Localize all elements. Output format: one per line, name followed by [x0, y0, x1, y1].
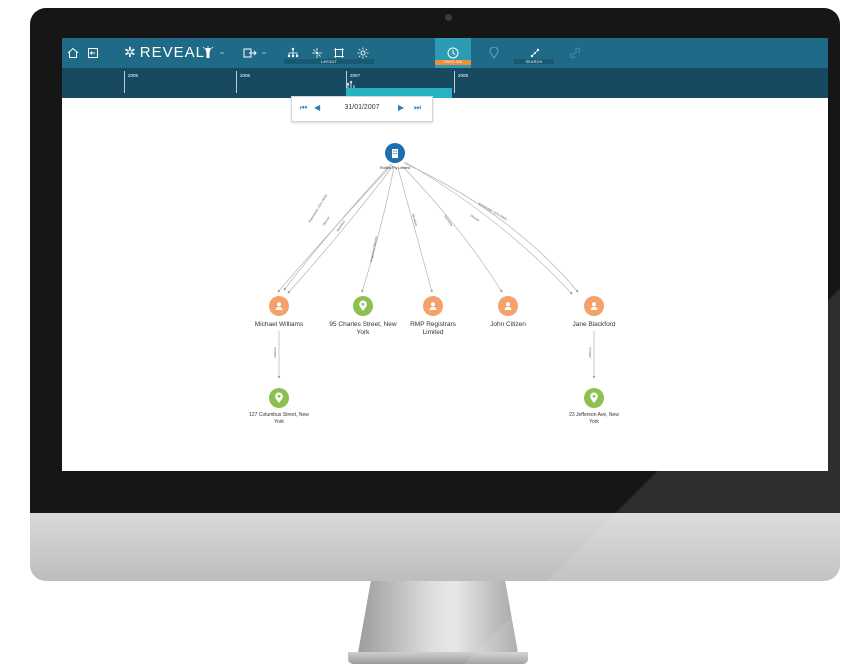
graph-node-label: John Citizen [490, 321, 526, 328]
person-icon [275, 302, 283, 310]
monitor-chin [30, 513, 840, 581]
building-icon [392, 149, 398, 158]
edge-line [404, 161, 573, 295]
graph-node-person[interactable] [498, 296, 518, 316]
graph-node-person[interactable] [423, 296, 443, 316]
edge-label: Address [273, 346, 277, 358]
graph-node-label: RMP Registrars Limited [410, 321, 456, 336]
edge-line [397, 167, 433, 293]
graph-node-label: Michael Williams [254, 321, 304, 328]
camera [445, 14, 452, 21]
graph-edges: Shareholder (15% ORD) Director Secretary… [273, 161, 596, 379]
graph-node-person[interactable] [584, 296, 604, 316]
graph-node-label: 95 Charles Street, New York [329, 321, 397, 336]
location-pin-icon [590, 392, 598, 403]
graph-node-place[interactable] [584, 388, 604, 408]
edge-label: Director [322, 216, 331, 227]
edge-label: Shareholder (10% ORD) [478, 201, 508, 221]
graph-node-label: 23 Jefferson Ave, New York [569, 412, 619, 425]
graph-node-org[interactable] [385, 143, 405, 163]
edge-label: Secretary [335, 219, 346, 232]
person-icon [429, 302, 437, 310]
edge-label: Director [469, 213, 480, 222]
location-pin-icon [359, 300, 367, 311]
monitor-stand [358, 581, 518, 653]
graph-node-label: 127 Columbus Street, New York [249, 412, 309, 425]
monitor-base [348, 652, 528, 664]
graph-node-place[interactable] [269, 388, 289, 408]
edge-label: Secretary [443, 214, 454, 227]
edge-line [277, 164, 393, 293]
person-icon [590, 302, 598, 310]
graph-node-person[interactable] [269, 296, 289, 316]
person-icon [504, 302, 512, 310]
location-pin-icon [275, 392, 283, 403]
graph-node-label: Robins Pty Limited [380, 166, 410, 170]
graph-node-place[interactable] [353, 296, 373, 316]
edge-label: Address [588, 346, 592, 358]
app-screen: ✲ REVEAL LAYOUT TIMELINE SEARCH 2005 200… [62, 38, 828, 471]
graph-node-label: Jane Blackford [572, 321, 616, 328]
edge-line [401, 165, 503, 293]
edge-label: Registered Address [369, 235, 378, 262]
